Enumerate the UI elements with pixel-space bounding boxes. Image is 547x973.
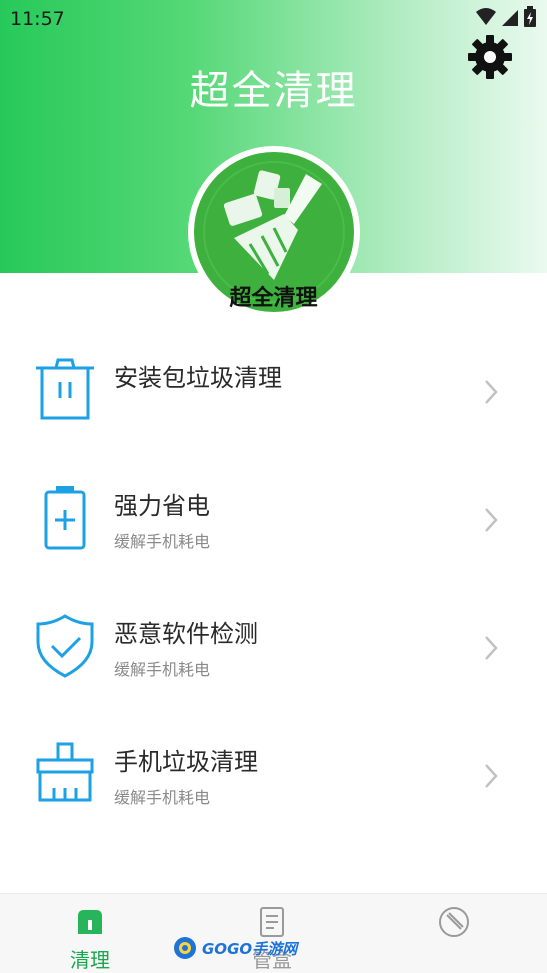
app-title: 超全清理 — [189, 68, 358, 114]
trash-icon — [36, 358, 94, 420]
tab-discover[interactable] — [394, 894, 514, 973]
signal-icon — [502, 10, 518, 26]
tab-clean[interactable]: 清理 — [30, 894, 150, 973]
chevron-right-icon — [485, 380, 498, 404]
chevron-right-icon — [485, 764, 498, 788]
menu-item-power-save[interactable]: 强力省电 缓解手机耗电 — [0, 456, 547, 566]
menu-subtitle: 缓解手机耗电 — [114, 660, 211, 679]
wifi-icon — [476, 8, 496, 25]
gear-icon[interactable] — [466, 33, 514, 81]
watermark: GOGO手游网 — [172, 934, 297, 962]
menu-item-malware-scan[interactable]: 恶意软件检测 缓解手机耗电 — [0, 584, 547, 694]
logo-caption: 超全清理 — [229, 286, 318, 311]
menu-title: 恶意软件检测 — [114, 620, 258, 648]
menu-item-apk-clean[interactable]: 安装包垃圾清理 — [0, 328, 547, 438]
chevron-right-icon — [485, 508, 498, 532]
broom-icon — [36, 742, 94, 802]
compass-icon — [439, 907, 469, 937]
watermark-logo-icon — [174, 937, 196, 959]
status-time: 11:57 — [10, 8, 65, 30]
battery-icon — [44, 486, 86, 550]
home-icon — [78, 910, 102, 934]
watermark-text: GOGO手游网 — [202, 939, 298, 958]
shield-check-icon — [36, 614, 94, 678]
status-icons — [475, 6, 537, 28]
menu-item-junk-clean[interactable]: 手机垃圾清理 缓解手机耗电 — [0, 712, 547, 822]
battery-status-icon — [524, 6, 536, 27]
chevron-right-icon — [485, 636, 498, 660]
menu-title: 强力省电 — [114, 492, 210, 520]
tab-label: 清理 — [70, 948, 110, 972]
menu-title: 安装包垃圾清理 — [114, 364, 282, 392]
menu-subtitle: 缓解手机耗电 — [114, 532, 211, 551]
menu-subtitle: 缓解手机耗电 — [114, 788, 211, 807]
menu-title: 手机垃圾清理 — [114, 748, 258, 776]
